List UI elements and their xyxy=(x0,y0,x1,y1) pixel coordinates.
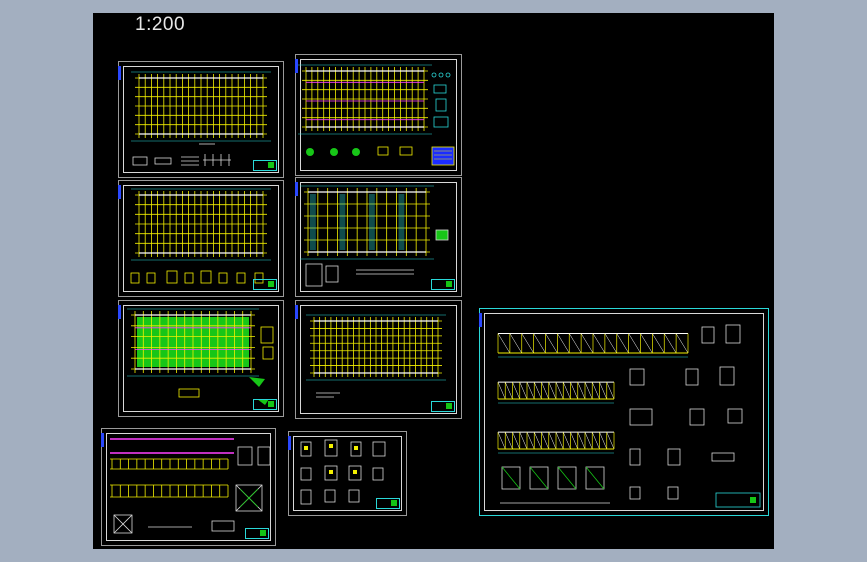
drawing-sheet-6[interactable] xyxy=(295,300,462,419)
title-block xyxy=(376,498,400,509)
title-block xyxy=(253,399,277,410)
drawing-sheet-8[interactable] xyxy=(288,431,407,516)
scale-label: 1:200 xyxy=(135,14,186,35)
title-block xyxy=(253,160,277,171)
title-block xyxy=(431,401,455,412)
sheet-9-graphics xyxy=(497,324,761,508)
drawing-sheet-1[interactable] xyxy=(118,61,284,178)
drawing-canvas[interactable]: 1:200 xyxy=(93,13,774,549)
drawing-sheet-9[interactable] xyxy=(479,308,769,516)
drawing-sheet-4[interactable] xyxy=(295,177,462,297)
drawing-sheet-7[interactable] xyxy=(101,428,276,546)
sheet-2-graphics xyxy=(298,64,455,166)
title-block xyxy=(431,279,455,290)
title-block xyxy=(245,528,269,539)
title-block xyxy=(253,279,277,290)
drawing-sheet-3[interactable] xyxy=(118,180,284,297)
drawing-sheet-5[interactable] xyxy=(118,300,284,417)
drawing-sheet-2[interactable] xyxy=(295,54,462,176)
